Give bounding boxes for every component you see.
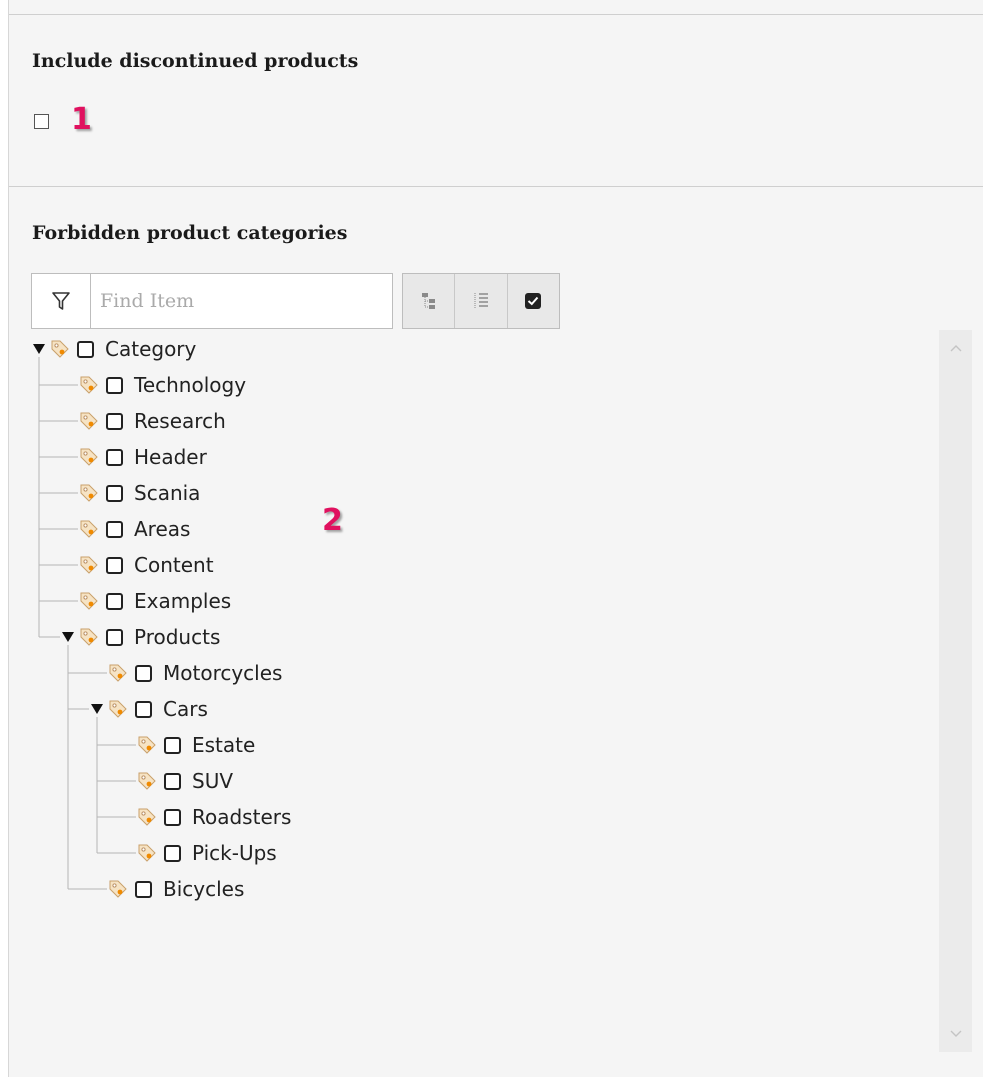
tag-icon [78,482,100,504]
tree-node[interactable]: Content [60,549,214,581]
tree-node[interactable]: Header [60,441,207,473]
tag-icon [107,878,129,900]
tree-node-checkbox[interactable] [164,808,181,826]
tag-icon [107,662,129,684]
tree-node[interactable]: Cars [89,693,208,725]
tag-icon [78,554,100,576]
tree-node[interactable]: Research [60,405,226,437]
scroll-down-icon[interactable] [939,1020,972,1048]
tree-node-label: Technology [134,373,247,397]
tree-node-checkbox[interactable] [106,592,123,610]
annotation-marker-2: 2 [322,503,343,538]
tree-node-checkbox[interactable] [106,628,123,646]
tree-node-checkbox[interactable] [135,880,152,898]
tree-node-checkbox[interactable] [106,484,123,502]
tag-icon [78,410,100,432]
tree-node-label: Bicycles [163,877,245,901]
tree-node[interactable]: Estate [118,729,255,761]
tree-node-label: Content [134,553,214,577]
expand-toggle-icon[interactable] [89,704,105,714]
tree-node-label: Roadsters [192,805,292,829]
tree-node[interactable]: Technology [60,369,246,401]
tree-node-label: Areas [134,517,191,541]
tree-node-label: Pick-Ups [192,841,277,865]
tree-node-label: Research [134,409,226,433]
tag-icon [107,698,129,720]
tree-node-checkbox[interactable] [135,664,152,682]
tree-node-checkbox[interactable] [106,376,123,394]
tag-icon [136,806,158,828]
tree-node[interactable]: Category [31,333,196,365]
tree-node-checkbox[interactable] [164,772,181,790]
tag-icon [49,338,71,360]
tag-icon [78,518,100,540]
expand-toggle-icon[interactable] [60,632,76,642]
tree-node[interactable]: Examples [60,585,231,617]
tree-node[interactable]: Products [60,621,220,653]
tree-scrollbar[interactable] [939,330,972,1052]
tree-node-label: Header [134,445,207,469]
form-panel: Include discontinued products 1 Forbidde… [8,0,983,1077]
tree-node-label: Scania [134,481,201,505]
tree-node[interactable]: Areas [60,513,190,545]
tree-node-checkbox[interactable] [164,736,181,754]
tree-node[interactable]: Scania [60,477,200,509]
tag-icon [136,842,158,864]
tree-node-checkbox[interactable] [77,340,94,358]
tree-node-checkbox[interactable] [106,412,123,430]
tree-node-checkbox[interactable] [106,556,123,574]
tag-icon [78,446,100,468]
tree-node-checkbox[interactable] [135,700,152,718]
tree-node-checkbox[interactable] [164,844,181,862]
tree-node-label: SUV [192,769,234,793]
tree-node[interactable]: Motorcycles [89,657,282,689]
tag-icon [78,590,100,612]
tree-node[interactable]: Pick-Ups [118,837,277,869]
tree-node-checkbox[interactable] [106,448,123,466]
tag-icon [78,626,100,648]
tree-node[interactable]: SUV [118,765,233,797]
scroll-up-icon[interactable] [939,334,972,362]
tree-node-label: Cars [163,697,208,721]
tag-icon [78,374,100,396]
tree-node[interactable]: Bicycles [89,873,244,905]
tree-node-label: Examples [134,589,232,613]
tree-node-checkbox[interactable] [106,520,123,538]
tree-node-label: Motorcycles [163,661,283,685]
tree-node-label: Estate [192,733,256,757]
tag-icon [136,734,158,756]
tree-node[interactable]: Roadsters [118,801,291,833]
expand-toggle-icon[interactable] [31,344,47,354]
tag-icon [136,770,158,792]
tree-node-label: Category [105,337,197,361]
tree-node-label: Products [134,625,221,649]
